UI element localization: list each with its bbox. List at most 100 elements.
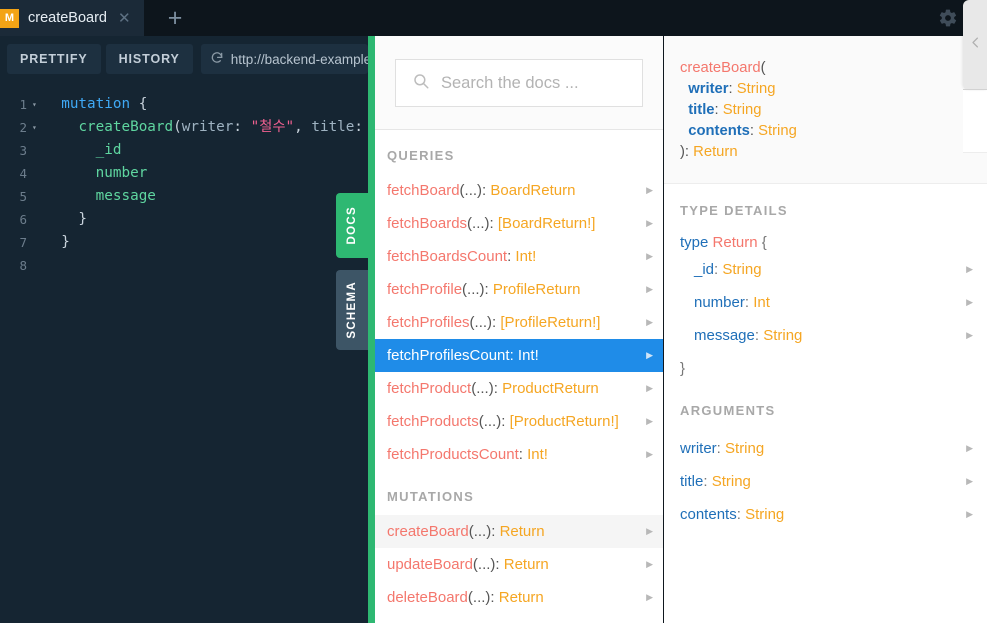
- docs-side-tab[interactable]: DOCS: [336, 193, 368, 258]
- docs-field-label: fetchBoardsCount: Int!: [387, 248, 537, 265]
- type-field-row[interactable]: number: Int ▶: [664, 286, 987, 319]
- signature-arg-line: title: String: [688, 102, 762, 118]
- type-field-list[interactable]: _id: String ▶ number: Int ▶ message: String ▶: [664, 253, 987, 352]
- type-field-row-label: _id: String: [694, 261, 762, 278]
- expand-arrow-icon[interactable]: ▶: [966, 264, 973, 275]
- code-text: number: [95, 165, 148, 181]
- docs-field-label: fetchProfilesCount: Int!: [387, 347, 539, 364]
- fold-toggle-icon[interactable]: ▾: [30, 116, 44, 139]
- expand-arrow-icon[interactable]: ▶: [640, 284, 653, 295]
- signature-arg-line: writer: String: [688, 81, 776, 97]
- expand-arrow-icon[interactable]: ▶: [966, 297, 973, 308]
- tab-title: createBoard: [28, 10, 107, 26]
- argument-row-label: contents: String: [680, 506, 785, 523]
- argument-row-label: writer: String: [680, 440, 765, 457]
- code-line: 7 }: [0, 231, 368, 254]
- expand-arrow-icon[interactable]: ▶: [640, 559, 653, 570]
- history-button[interactable]: HISTORY: [105, 44, 193, 74]
- app-header: M createBoard ✕ +: [0, 0, 987, 36]
- type-field-row[interactable]: message: String ▶: [664, 319, 987, 352]
- panel-divider-accent: [368, 36, 375, 623]
- signature-arg-line: contents: String: [688, 123, 797, 139]
- docs-explorer-pane: Search the docs ... QUERIES fetchBoard(..…: [375, 36, 663, 623]
- endpoint-url-value: http://backend-example.co: [230, 51, 368, 67]
- line-number: 8: [19, 258, 27, 273]
- search-placeholder: Search the docs ...: [441, 73, 579, 92]
- expand-arrow-icon[interactable]: ▶: [640, 592, 653, 603]
- schema-side-tab-label: SCHEMA: [346, 281, 358, 339]
- docs-field-row[interactable]: deleteBoard(...): Return ▶: [375, 581, 663, 614]
- docs-field-row[interactable]: createBoard(...): Return ▶: [375, 515, 663, 548]
- search-input[interactable]: Search the docs ...: [395, 59, 643, 107]
- chevron-left-icon: [968, 35, 983, 55]
- docs-search-area: Search the docs ...: [375, 36, 663, 130]
- argument-row[interactable]: writer: String ▶: [664, 432, 987, 465]
- docs-field-label: fetchBoards(...): [BoardReturn!]: [387, 215, 596, 232]
- schema-side-tab[interactable]: SCHEMA: [336, 270, 368, 350]
- tab-type-badge: M: [0, 8, 19, 28]
- docs-field-row[interactable]: fetchProfile(...): ProfileReturn ▶: [375, 273, 663, 306]
- docs-field-row[interactable]: fetchBoard(...): BoardReturn ▶: [375, 174, 663, 207]
- line-number: 5: [19, 189, 27, 204]
- expand-arrow-icon[interactable]: ▶: [966, 509, 973, 520]
- type-field-row[interactable]: _id: String ▶: [664, 253, 987, 286]
- type-field-row-label: message: String: [694, 327, 803, 344]
- expand-arrow-icon[interactable]: ▶: [640, 251, 653, 262]
- docs-field-row[interactable]: updateBoard(...): Return ▶: [375, 548, 663, 581]
- type-details-heading: TYPE DETAILS: [680, 203, 788, 218]
- line-number: 3: [19, 143, 27, 158]
- docs-field-label: updateBoard(...): Return: [387, 556, 549, 573]
- argument-row[interactable]: title: String ▶: [664, 465, 987, 498]
- query-editor-pane: PRETTIFY HISTORY http://backend-example.…: [0, 36, 368, 623]
- docs-field-row[interactable]: fetchProduct(...): ProductReturn ▶: [375, 372, 663, 405]
- docs-field-row[interactable]: fetchBoards(...): [BoardReturn!] ▶: [375, 207, 663, 240]
- type-declaration-close: }: [680, 360, 686, 377]
- argument-row[interactable]: contents: String ▶: [664, 498, 987, 531]
- expand-arrow-icon[interactable]: ▶: [640, 526, 653, 537]
- collapse-panel-gap: [963, 90, 987, 153]
- code-text: }: [44, 211, 88, 227]
- docs-field-row[interactable]: fetchProducts(...): [ProductReturn!] ▶: [375, 405, 663, 438]
- query-tab-createboard[interactable]: M createBoard ✕: [0, 0, 144, 36]
- docs-field-row[interactable]: fetchProductsCount: Int! ▶: [375, 438, 663, 471]
- code-line: 3 _id: [0, 139, 368, 162]
- docs-side-tab-label: DOCS: [346, 206, 358, 245]
- docs-field-row[interactable]: fetchProfilesCount: Int! ▶: [375, 339, 663, 372]
- docs-field-label: fetchProductsCount: Int!: [387, 446, 548, 463]
- code-text: message: [95, 188, 156, 204]
- line-number: 6: [19, 212, 27, 227]
- expand-arrow-icon[interactable]: ▶: [640, 383, 653, 394]
- expand-arrow-icon[interactable]: ▶: [640, 218, 653, 229]
- docs-type-list[interactable]: QUERIES fetchBoard(...): BoardReturn ▶ fetc…: [375, 130, 663, 614]
- gear-icon[interactable]: [931, 0, 965, 36]
- field-signature: createBoard( writer: String title: Strin…: [664, 36, 987, 184]
- close-icon[interactable]: ✕: [118, 11, 131, 26]
- expand-arrow-icon[interactable]: ▶: [640, 317, 653, 328]
- graphql-code-editor[interactable]: 1 ▾ mutation {2 ▾ createBoard(writer: "철수"…: [0, 82, 368, 623]
- expand-arrow-icon[interactable]: ▶: [640, 185, 653, 196]
- code-line: 5 message: [0, 185, 368, 208]
- arguments-list[interactable]: writer: String ▶ title: String ▶ contents: S…: [664, 432, 987, 531]
- docs-field-row[interactable]: fetchProfiles(...): [ProfileReturn!] ▶: [375, 306, 663, 339]
- code-line: 4 number: [0, 162, 368, 185]
- docs-field-row[interactable]: fetchBoardsCount: Int! ▶: [375, 240, 663, 273]
- expand-arrow-icon[interactable]: ▶: [966, 330, 973, 341]
- code-text: mutation {: [61, 96, 148, 112]
- docs-section-heading: QUERIES: [387, 148, 455, 163]
- docs-field-label: createBoard(...): Return: [387, 523, 545, 540]
- expand-arrow-icon[interactable]: ▶: [640, 416, 653, 427]
- expand-arrow-icon[interactable]: ▶: [966, 443, 973, 454]
- signature-name-line: createBoard(: [680, 60, 766, 76]
- refresh-icon: [210, 51, 224, 68]
- expand-arrow-icon[interactable]: ▶: [966, 476, 973, 487]
- endpoint-url-input[interactable]: http://backend-example.co: [200, 44, 368, 74]
- fold-toggle-icon[interactable]: ▾: [30, 93, 44, 116]
- collapse-sidebar-button[interactable]: [963, 0, 987, 90]
- code-text: }: [44, 234, 70, 250]
- arguments-heading: ARGUMENTS: [680, 403, 776, 418]
- expand-arrow-icon[interactable]: ▶: [640, 449, 653, 460]
- add-tab-button[interactable]: +: [152, 0, 198, 36]
- prettify-button[interactable]: PRETTIFY: [7, 44, 101, 74]
- expand-arrow-icon[interactable]: ▶: [640, 350, 653, 361]
- code-line: 2 ▾ createBoard(writer: "철수", title:: [0, 116, 368, 139]
